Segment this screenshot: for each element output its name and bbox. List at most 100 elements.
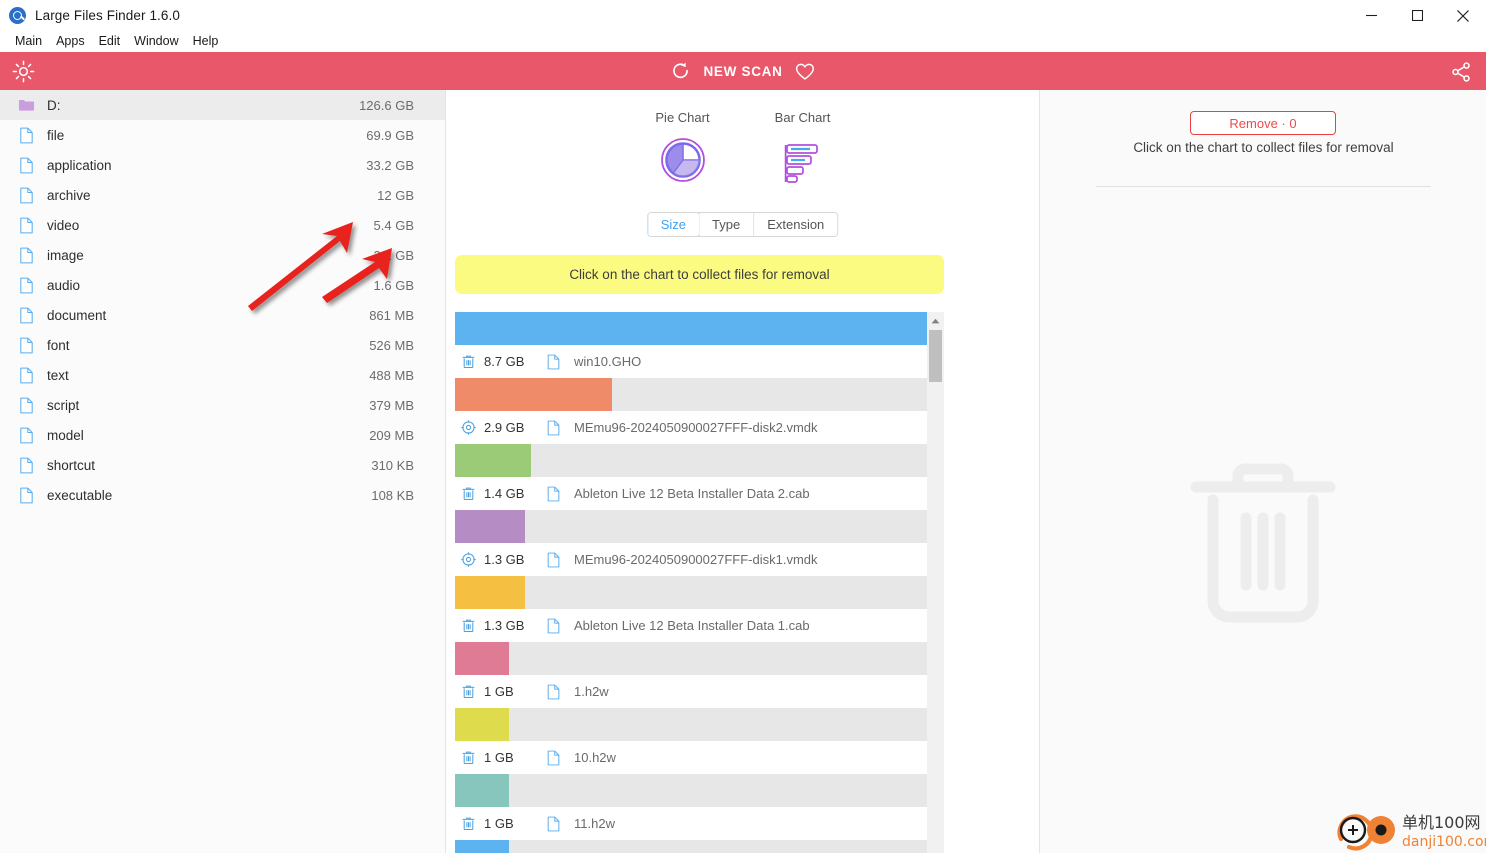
chart-type-pie[interactable]: Pie Chart <box>638 110 728 184</box>
menu-bar: Main Apps Edit Window Help <box>0 31 1486 52</box>
category-row[interactable]: video 5.4 GB <box>0 210 445 240</box>
category-name: D: <box>47 97 61 113</box>
menu-item-main[interactable]: Main <box>8 32 49 51</box>
chart-bar-fill[interactable] <box>455 312 927 345</box>
category-row[interactable]: audio 1.6 GB <box>0 270 445 300</box>
gear-icon[interactable] <box>461 552 476 567</box>
trash-icon[interactable] <box>461 750 476 765</box>
chart-bar-fill[interactable] <box>455 774 510 807</box>
chart-bar-fill[interactable] <box>455 642 510 675</box>
file-row[interactable]: 1 GB 10.h2w <box>455 741 927 774</box>
category-size: 209 MB <box>369 427 414 443</box>
tab-type[interactable]: Type <box>699 213 755 236</box>
pie-chart-icon[interactable] <box>659 136 707 184</box>
trash-icon[interactable] <box>461 618 476 633</box>
watermark-logo: 单机100网 danji100.com <box>1337 813 1486 851</box>
chart-bar-row[interactable] <box>455 840 927 853</box>
category-row[interactable]: application 33.2 GB <box>0 150 445 180</box>
category-row[interactable]: font 526 MB <box>0 330 445 360</box>
menu-item-window[interactable]: Window <box>127 32 185 51</box>
document-icon <box>20 337 33 353</box>
document-icon <box>20 457 33 473</box>
heart-icon[interactable] <box>795 61 816 82</box>
category-row[interactable]: text 488 MB <box>0 360 445 390</box>
file-row[interactable]: 2.9 GB MEmu96-2024050900027FFF-disk2.vmdk <box>455 411 927 444</box>
chart-bar-fill[interactable] <box>455 708 510 741</box>
trash-icon[interactable] <box>461 354 476 369</box>
category-name: video <box>47 217 80 233</box>
trash-icon[interactable] <box>461 816 476 831</box>
document-icon <box>547 354 560 369</box>
category-row[interactable]: document 861 MB <box>0 300 445 330</box>
trash-can-illustration <box>1190 463 1336 623</box>
category-name: archive <box>47 187 91 203</box>
chart-file-list[interactable]: 8.7 GB win10.GHO 2.9 GB MEmu96-202405090002… <box>455 312 944 853</box>
close-icon[interactable] <box>1440 0 1486 31</box>
refresh-icon[interactable] <box>670 61 691 82</box>
document-icon <box>20 427 33 443</box>
category-row[interactable]: model 209 MB <box>0 420 445 450</box>
menu-item-edit[interactable]: Edit <box>92 32 128 51</box>
category-row[interactable]: image 2.1 GB <box>0 240 445 270</box>
category-size: 1.6 GB <box>373 277 414 293</box>
category-row[interactable]: executable 108 KB <box>0 480 445 510</box>
tab-extension[interactable]: Extension <box>754 213 838 236</box>
category-row[interactable]: shortcut 310 KB <box>0 450 445 480</box>
file-row[interactable]: 1 GB 1.h2w <box>455 675 927 708</box>
collect-hint-banner: Click on the chart to collect files for … <box>455 255 944 294</box>
chart-bar-row[interactable] <box>455 774 927 807</box>
menu-item-help[interactable]: Help <box>186 32 226 51</box>
chart-type-selector: Pie Chart Bar Chart <box>446 110 1039 184</box>
category-row[interactable]: file 69.9 GB <box>0 120 445 150</box>
category-sidebar: D: 126.6 GB file 69.9 GB application 33.2 GB a… <box>0 90 446 853</box>
tab-size[interactable]: Size <box>647 213 701 236</box>
category-size: 126.6 GB <box>359 97 414 113</box>
trash-icon[interactable] <box>461 684 476 699</box>
new-scan-group[interactable]: NEW SCAN <box>670 61 815 82</box>
chart-bar-fill[interactable] <box>455 510 526 543</box>
file-row[interactable]: 1.4 GB Ableton Live 12 Beta Installer Dat… <box>455 477 927 510</box>
chart-scrollbar[interactable] <box>927 312 944 853</box>
share-icon[interactable] <box>1450 61 1472 83</box>
chevron-up-icon[interactable] <box>927 312 944 329</box>
document-icon <box>20 157 33 173</box>
category-row[interactable]: archive 12 GB <box>0 180 445 210</box>
chart-bar-row[interactable] <box>455 444 927 477</box>
chart-type-bar[interactable]: Bar Chart <box>758 110 848 184</box>
document-icon <box>20 187 33 203</box>
chart-bar-row[interactable] <box>455 378 927 411</box>
minimize-icon[interactable] <box>1348 0 1394 31</box>
trash-icon[interactable] <box>461 486 476 501</box>
chart-bar-row[interactable] <box>455 642 927 675</box>
magnifier-icon <box>9 7 26 24</box>
chart-bar-row[interactable] <box>455 312 927 345</box>
chart-bar-fill[interactable] <box>455 444 531 477</box>
sun-icon[interactable] <box>12 60 35 83</box>
file-size: 1 GB <box>484 816 514 831</box>
file-row[interactable]: 1 GB 11.h2w <box>455 807 927 840</box>
maximize-icon[interactable] <box>1394 0 1440 31</box>
menu-item-apps[interactable]: Apps <box>49 32 92 51</box>
file-row[interactable]: 1.3 GB Ableton Live 12 Beta Installer Dat… <box>455 609 927 642</box>
chart-bar-fill[interactable] <box>455 840 510 853</box>
file-name: Ableton Live 12 Beta Installer Data 1.ca… <box>574 618 810 633</box>
chart-bar-fill[interactable] <box>455 378 613 411</box>
file-size: 1 GB <box>484 750 514 765</box>
category-row[interactable]: script 379 MB <box>0 390 445 420</box>
scrollbar-thumb[interactable] <box>929 330 942 382</box>
chart-bar-fill[interactable] <box>455 576 526 609</box>
file-row[interactable]: 1.3 GB MEmu96-2024050900027FFF-disk1.vmdk <box>455 543 927 576</box>
file-row[interactable]: 8.7 GB win10.GHO <box>455 345 927 378</box>
category-name: audio <box>47 277 81 293</box>
chart-bar-row[interactable] <box>455 576 927 609</box>
category-row[interactable]: D: 126.6 GB <box>0 90 445 120</box>
remove-button[interactable]: Remove · 0 <box>1190 111 1336 135</box>
gear-icon[interactable] <box>461 420 476 435</box>
file-size: 1.4 GB <box>484 486 525 501</box>
category-size: 12 GB <box>377 187 414 203</box>
bar-chart-icon[interactable] <box>779 136 827 184</box>
chart-bar-row[interactable] <box>455 708 927 741</box>
category-size: 2.1 GB <box>373 247 414 263</box>
document-icon <box>547 420 560 435</box>
chart-bar-row[interactable] <box>455 510 927 543</box>
